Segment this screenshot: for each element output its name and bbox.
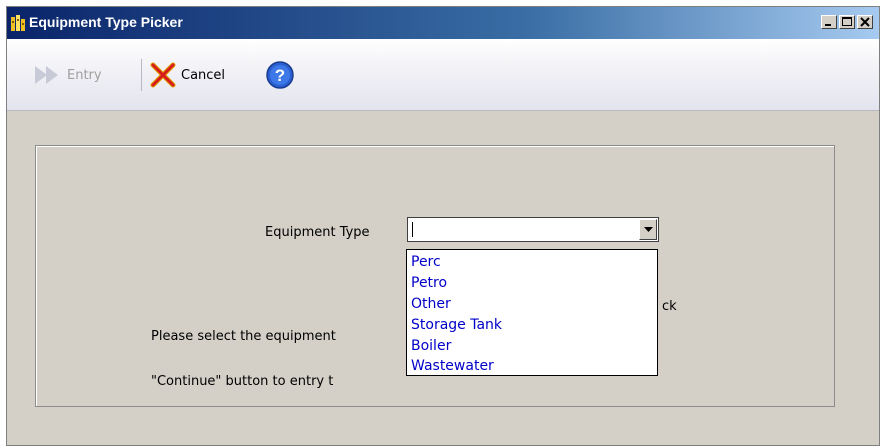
- help-icon: ?: [266, 61, 294, 89]
- equipment-type-label: Equipment Type: [265, 225, 370, 240]
- toolbar-separator: [141, 59, 142, 91]
- message-line-2-left: "Continue" button to entry t: [151, 374, 334, 389]
- equipment-type-combobox[interactable]: [407, 217, 659, 242]
- minimize-button[interactable]: [821, 15, 837, 29]
- dropdown-option-other[interactable]: Other: [411, 294, 451, 315]
- help-button[interactable]: ?: [265, 57, 295, 93]
- window-title: Equipment Type Picker: [29, 14, 183, 30]
- toolbar: Entry Cancel ?: [7, 39, 879, 111]
- double-arrow-right-icon: [35, 66, 58, 84]
- title-bar[interactable]: Equipment Type Picker: [7, 7, 879, 39]
- dropdown-option-petro[interactable]: Petro: [411, 273, 447, 294]
- entry-label: Entry: [67, 67, 102, 83]
- maximize-button[interactable]: [839, 15, 855, 29]
- minimize-icon: [825, 24, 831, 26]
- close-icon: [860, 17, 870, 27]
- message-line-1-right: ck: [662, 299, 677, 314]
- building-icon: [11, 15, 25, 31]
- text-cursor: [412, 222, 413, 237]
- cancel-button[interactable]: Cancel: [149, 57, 225, 93]
- red-x-icon: [150, 62, 176, 88]
- close-button[interactable]: [857, 15, 873, 29]
- cancel-label: Cancel: [181, 67, 226, 83]
- equipment-type-dropdown-list[interactable]: Perc Petro Other Storage Tank Boiler Was…: [406, 249, 658, 376]
- chevron-down-icon: [644, 227, 653, 232]
- entry-button[interactable]: Entry: [33, 57, 102, 93]
- dropdown-option-boiler[interactable]: Boiler: [411, 336, 451, 357]
- combobox-dropdown-button[interactable]: [639, 219, 657, 240]
- dropdown-option-wastewater[interactable]: Wastewater: [411, 356, 494, 377]
- equipment-type-picker-window: Equipment Type Picker Entry Cancel ? Equ…: [6, 6, 880, 446]
- maximize-icon: [842, 17, 852, 26]
- dropdown-option-perc[interactable]: Perc: [411, 252, 441, 273]
- svg-text:?: ?: [275, 66, 285, 85]
- dropdown-option-storage-tank[interactable]: Storage Tank: [411, 315, 502, 336]
- message-line-1-left: Please select the equipment: [151, 329, 336, 344]
